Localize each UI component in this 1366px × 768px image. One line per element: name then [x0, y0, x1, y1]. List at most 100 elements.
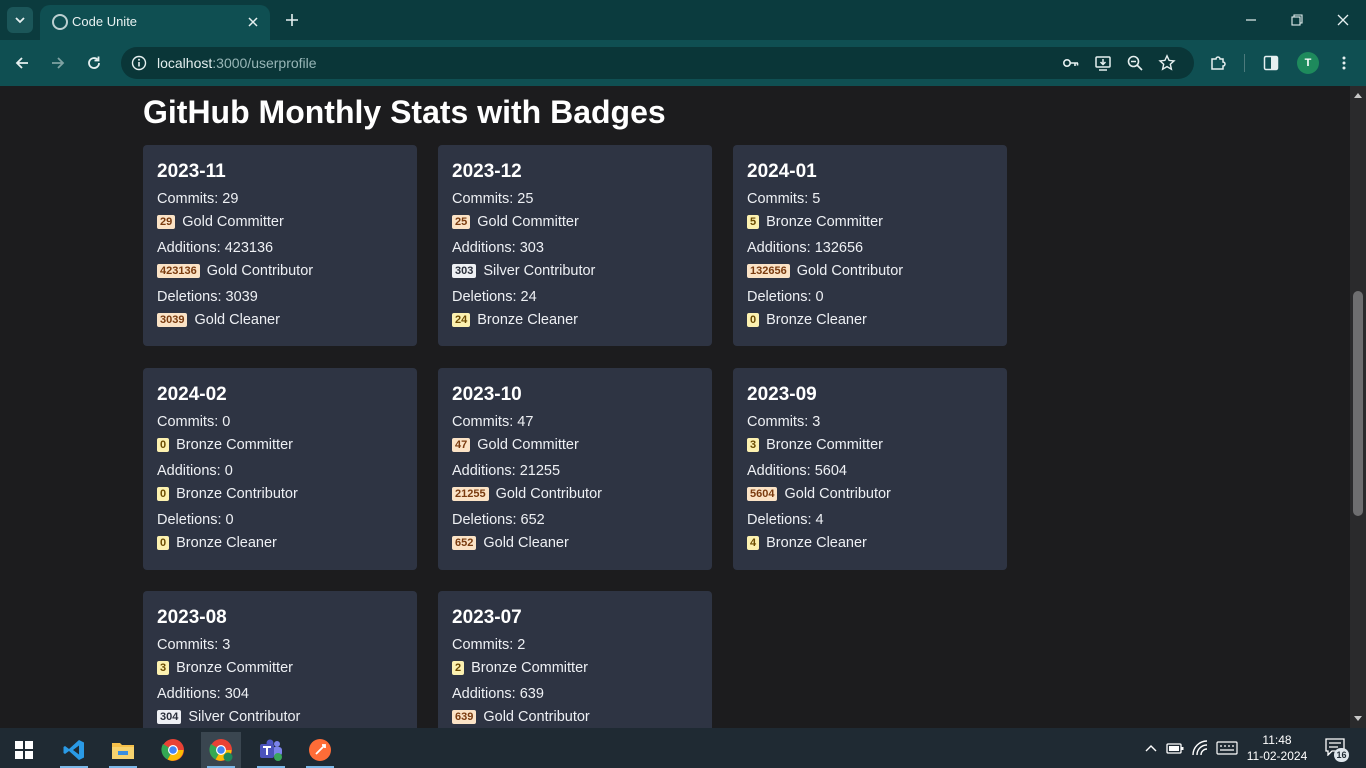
show-hidden-icons-button[interactable] — [1142, 739, 1160, 757]
notification-count-badge: 16 — [1334, 748, 1349, 762]
additions-stat: Additions: 21255 — [452, 463, 561, 479]
taskbar-file-explorer[interactable] — [103, 732, 143, 768]
browser-toolbar: localhost:3000/userprofile T — [0, 40, 1366, 86]
badge-label: Bronze Cleaner — [766, 312, 867, 328]
taskbar-chrome-profile[interactable] — [201, 732, 241, 768]
badge-count: 3 — [747, 438, 760, 452]
install-app-icon[interactable] — [1093, 53, 1113, 73]
badge-label: Gold Cleaner — [483, 535, 569, 551]
clock-time: 11:48 — [1262, 733, 1292, 747]
address-bar[interactable]: localhost:3000/userprofile — [121, 47, 1194, 79]
additions-badge: 304 Silver Contributor — [157, 706, 403, 728]
chrome-icon — [209, 739, 233, 762]
wifi-icon[interactable] — [1191, 739, 1209, 757]
card-month: 2023-07 — [452, 607, 522, 628]
commits-badge: 2 Bronze Committer — [452, 657, 698, 679]
chevron-down-icon — [15, 17, 25, 24]
commits-badge: 25 Gold Committer — [452, 211, 698, 233]
site-info-icon[interactable] — [130, 54, 148, 72]
month-card: 2023-12 Commits: 25 25 Gold Committer Add… — [438, 145, 712, 346]
badge-count: 2 — [452, 661, 465, 675]
deletions-badge: 0 Bronze Cleaner — [747, 309, 993, 331]
key-icon[interactable] — [1061, 53, 1081, 73]
additions-badge: 21255 Gold Contributor — [452, 483, 698, 505]
deletions-stat: Deletions: 652 — [452, 512, 545, 528]
commits-badge: 3 Bronze Committer — [747, 434, 993, 456]
side-panel-button[interactable] — [1260, 52, 1282, 74]
card-month: 2023-10 — [452, 384, 522, 405]
badge-label: Gold Committer — [477, 214, 579, 230]
taskbar-teams[interactable] — [251, 732, 291, 768]
browser-menu-button[interactable] — [1333, 52, 1355, 74]
badge-count: 304 — [157, 710, 182, 724]
puzzle-icon — [1211, 56, 1226, 70]
forward-button[interactable] — [47, 52, 69, 74]
badge-label: Gold Contributor — [206, 263, 314, 279]
postman-icon — [309, 739, 331, 761]
badge-label: Silver Contributor — [188, 709, 301, 725]
windows-logo-icon — [15, 741, 33, 759]
card-month: 2023-09 — [747, 384, 817, 405]
month-card: 2024-02 Commits: 0 0 Bronze Committer Add… — [143, 368, 417, 570]
vscode-icon — [63, 740, 84, 760]
url-text[interactable]: localhost:3000/userprofile — [157, 55, 317, 71]
additions-badge: 132656 Gold Contributor — [747, 260, 993, 282]
profile-avatar[interactable]: T — [1297, 52, 1319, 74]
badge-label: Gold Contributor — [784, 486, 891, 502]
tab-search-button[interactable] — [7, 7, 33, 33]
taskbar-chrome[interactable] — [153, 732, 193, 768]
additions-badge: 303 Silver Contributor — [452, 260, 698, 282]
bookmark-star-icon[interactable] — [1157, 53, 1177, 73]
page-scrollbar[interactable] — [1350, 86, 1366, 728]
extensions-button[interactable] — [1207, 52, 1229, 74]
browser-tab[interactable]: Code Unite — [40, 5, 270, 40]
deletions-badge: 3039 Gold Cleaner — [157, 309, 403, 331]
badge-label: Bronze Committer — [176, 437, 293, 453]
taskbar-postman[interactable] — [300, 732, 340, 768]
scroll-down-arrow[interactable] — [1353, 714, 1363, 724]
restore-icon — [1291, 14, 1303, 26]
scrollbar-thumb[interactable] — [1353, 291, 1363, 516]
commits-stat: Commits: 47 — [452, 414, 534, 430]
badge-count: 3 — [157, 661, 170, 675]
system-clock[interactable]: 11:48 11-02-2024 — [1246, 732, 1308, 764]
taskbar-vscode[interactable] — [54, 732, 94, 768]
additions-stat: Additions: 639 — [452, 686, 544, 702]
page-viewport: GitHub Monthly Stats with Badges 2023-11… — [0, 86, 1350, 728]
badge-count: 652 — [452, 536, 477, 550]
battery-icon[interactable] — [1166, 739, 1184, 757]
commits-badge: 29 Gold Committer — [157, 211, 403, 233]
back-button[interactable] — [11, 52, 33, 74]
zoom-icon[interactable] — [1125, 53, 1145, 73]
commits-badge: 3 Bronze Committer — [157, 657, 403, 679]
start-button[interactable] — [4, 732, 44, 768]
minimize-button[interactable] — [1240, 10, 1262, 30]
badge-label: Gold Contributor — [796, 263, 904, 279]
additions-badge: 5604 Gold Contributor — [747, 483, 993, 505]
reload-button[interactable] — [83, 52, 105, 74]
close-icon — [1337, 14, 1349, 26]
chrome-icon — [161, 739, 184, 761]
badge-label: Bronze Committer — [766, 214, 883, 230]
new-tab-button[interactable] — [282, 10, 302, 30]
additions-stat: Additions: 0 — [157, 463, 233, 479]
card-month: 2023-12 — [452, 161, 522, 182]
deletions-stat: Deletions: 0 — [157, 512, 234, 528]
month-card: 2023-08 Commits: 3 3 Bronze Committer Add… — [143, 591, 417, 728]
commits-stat: Commits: 2 — [452, 637, 526, 653]
chevron-up-icon — [1145, 745, 1157, 752]
keyboard-icon[interactable] — [1216, 739, 1238, 757]
badge-count: 0 — [157, 438, 170, 452]
badge-label: Gold Committer — [182, 214, 284, 230]
deletions-stat: Deletions: 3039 — [157, 289, 258, 305]
badge-count: 47 — [452, 438, 471, 452]
restore-button[interactable] — [1286, 10, 1308, 30]
commits-stat: Commits: 25 — [452, 191, 534, 207]
badge-count: 21255 — [452, 487, 489, 501]
deletions-badge: 0 Bronze Cleaner — [157, 532, 403, 554]
badge-count: 639 — [452, 710, 477, 724]
scroll-up-arrow[interactable] — [1353, 90, 1363, 100]
tab-close-button[interactable] — [244, 13, 262, 31]
close-window-button[interactable] — [1332, 10, 1354, 30]
deletions-badge: 652 Gold Cleaner — [452, 532, 698, 554]
